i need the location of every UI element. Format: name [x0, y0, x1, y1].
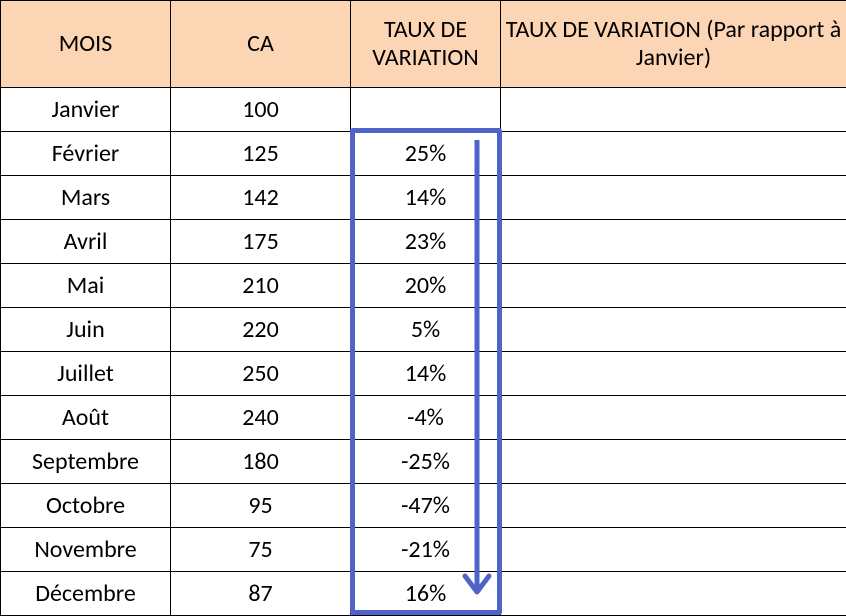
cell-taux: 23% [351, 220, 501, 264]
cell-ca: 142 [171, 176, 351, 220]
cell-mois: Novembre [1, 528, 171, 572]
cell-ca: 175 [171, 220, 351, 264]
table-row: Février 125 25% [1, 132, 846, 176]
cell-taux-janv [501, 132, 846, 176]
cell-mois: Septembre [1, 440, 171, 484]
table-row: Septembre 180 -25% [1, 440, 846, 484]
cell-ca: 125 [171, 132, 351, 176]
cell-mois: Août [1, 396, 171, 440]
data-table: MOIS CA TAUX DE VARIATION TAUX DE VARIAT… [0, 0, 846, 616]
cell-mois: Octobre [1, 484, 171, 528]
col-header-taux: TAUX DE VARIATION [351, 1, 501, 88]
cell-taux-janv [501, 220, 846, 264]
cell-mois: Juin [1, 308, 171, 352]
cell-ca: 100 [171, 88, 351, 132]
table-header-row: MOIS CA TAUX DE VARIATION TAUX DE VARIAT… [1, 1, 846, 88]
cell-mois: Mars [1, 176, 171, 220]
table-row: Mai 210 20% [1, 264, 846, 308]
cell-mois: Mai [1, 264, 171, 308]
table-row: Janvier 100 [1, 88, 846, 132]
col-header-ca: CA [171, 1, 351, 88]
cell-taux: -25% [351, 440, 501, 484]
cell-taux-janv [501, 176, 846, 220]
cell-taux-janv [501, 308, 846, 352]
cell-ca: 240 [171, 396, 351, 440]
cell-taux-janv [501, 440, 846, 484]
col-header-mois: MOIS [1, 1, 171, 88]
cell-taux: 14% [351, 352, 501, 396]
cell-mois: Avril [1, 220, 171, 264]
cell-taux: -21% [351, 528, 501, 572]
table-row: Octobre 95 -47% [1, 484, 846, 528]
cell-ca: 180 [171, 440, 351, 484]
cell-mois: Janvier [1, 88, 171, 132]
cell-taux-janv [501, 396, 846, 440]
cell-taux-janv [501, 352, 846, 396]
cell-ca: 220 [171, 308, 351, 352]
cell-taux: 25% [351, 132, 501, 176]
cell-taux-janv [501, 264, 846, 308]
table-row: Août 240 -4% [1, 396, 846, 440]
table-row: Juillet 250 14% [1, 352, 846, 396]
table-row: Décembre 87 16% [1, 572, 846, 616]
cell-taux-janv [501, 528, 846, 572]
table-row: Avril 175 23% [1, 220, 846, 264]
cell-taux: 20% [351, 264, 501, 308]
table-row: Novembre 75 -21% [1, 528, 846, 572]
cell-mois: Février [1, 132, 171, 176]
col-header-taux-janvier: TAUX DE VARIATION (Par rapport à Janvier… [501, 1, 846, 88]
cell-mois: Juillet [1, 352, 171, 396]
cell-taux: 5% [351, 308, 501, 352]
cell-taux-janv [501, 572, 846, 616]
cell-taux-janv [501, 88, 846, 132]
cell-ca: 95 [171, 484, 351, 528]
cell-taux [351, 88, 501, 132]
table-row: Juin 220 5% [1, 308, 846, 352]
cell-taux-janv [501, 484, 846, 528]
cell-ca: 250 [171, 352, 351, 396]
table-row: Mars 142 14% [1, 176, 846, 220]
cell-ca: 87 [171, 572, 351, 616]
cell-taux: 14% [351, 176, 501, 220]
cell-ca: 210 [171, 264, 351, 308]
cell-ca: 75 [171, 528, 351, 572]
cell-taux: 16% [351, 572, 501, 616]
cell-taux: -47% [351, 484, 501, 528]
cell-mois: Décembre [1, 572, 171, 616]
cell-taux: -4% [351, 396, 501, 440]
